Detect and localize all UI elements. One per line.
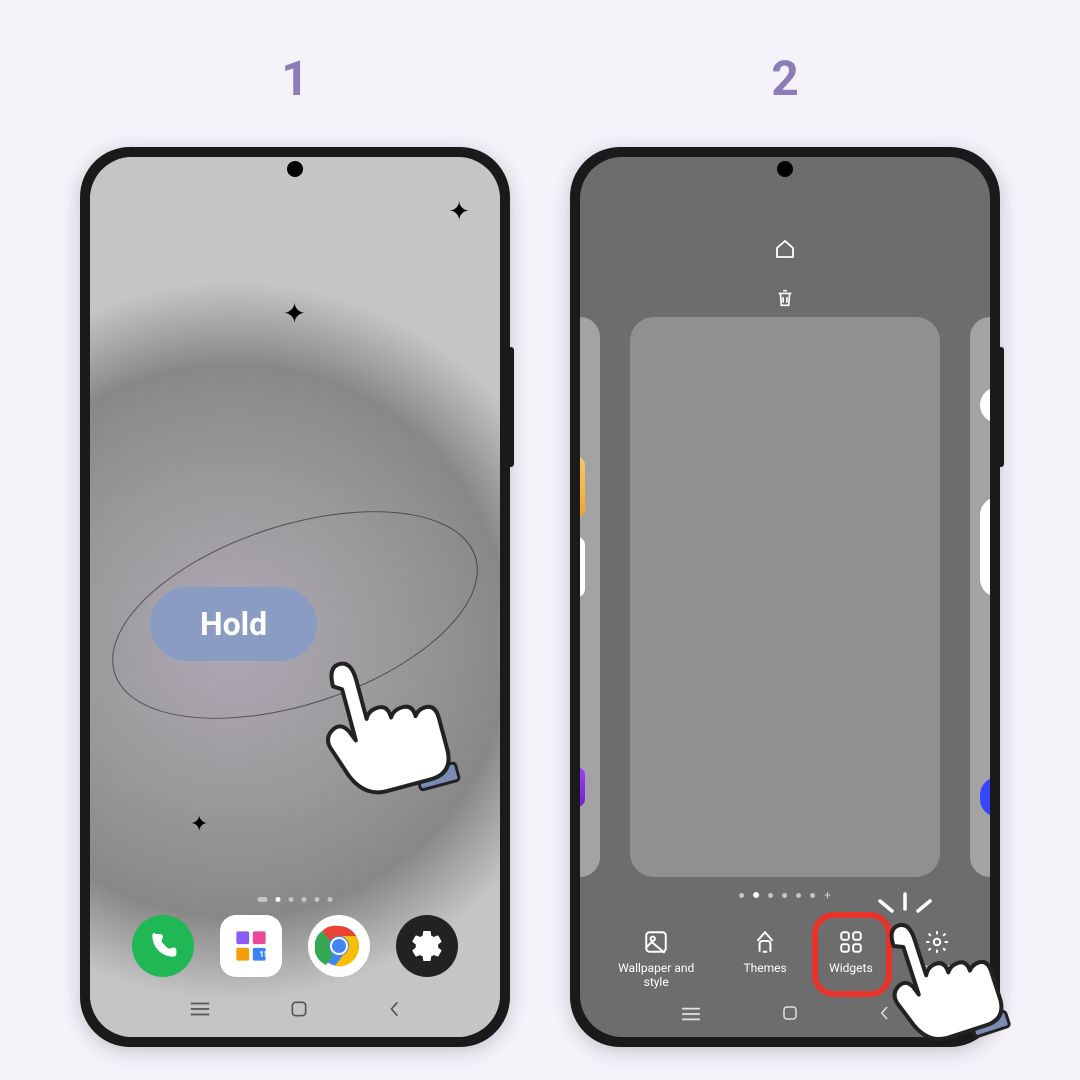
camera-cutout: [777, 161, 793, 177]
hand-pointer-icon: [285, 627, 465, 831]
camera-cutout: [287, 161, 303, 177]
page-preview-current[interactable]: [630, 317, 940, 877]
hand-pointer-icon: [855, 893, 1015, 1077]
sparkle-icon: ✦: [190, 812, 208, 837]
settings-app-icon[interactable]: [396, 915, 458, 977]
sparkle-icon: ✦: [283, 297, 306, 330]
home-button[interactable]: [781, 1003, 799, 1027]
page-indicator-edit: +: [739, 888, 831, 902]
trash-icon[interactable]: [774, 287, 796, 313]
step-number-2: 2: [771, 50, 799, 107]
peek-widget: [580, 537, 585, 597]
peek-widget: [980, 497, 990, 597]
peek-widget: [580, 457, 585, 517]
sparkle-icon: ✦: [448, 197, 470, 227]
phone-app-icon[interactable]: [132, 915, 194, 977]
wallpaper-button[interactable]: Wallpaper and style: [611, 929, 701, 989]
phone-frame-2: + Wallpaper and style Themes Widgets: [570, 147, 1000, 1047]
themes-button[interactable]: Themes: [744, 929, 787, 989]
gallery-app-icon[interactable]: 15: [220, 915, 282, 977]
svg-text:15: 15: [259, 950, 269, 960]
step-two: 2: [570, 50, 1000, 1047]
recents-button[interactable]: [189, 999, 211, 1025]
phone-frame-1: ✦ ✦ ✦ 2:17: [80, 147, 510, 1047]
wallpaper-label: Wallpaper and style: [611, 961, 701, 989]
chrome-app-icon[interactable]: [308, 915, 370, 977]
step-number-1: 1: [281, 50, 309, 107]
themes-label: Themes: [744, 961, 787, 975]
peek-widget: [580, 767, 585, 807]
step-one: 1 ✦ ✦ ✦ 2:17: [80, 50, 510, 1047]
back-button[interactable]: [387, 999, 401, 1025]
dock: 15: [90, 915, 500, 977]
home-screen[interactable]: ✦ ✦ ✦ 2:17: [90, 157, 500, 1037]
navigation-bar: [90, 999, 500, 1025]
home-button[interactable]: [289, 999, 309, 1025]
home-outline-icon[interactable]: [773, 237, 797, 261]
page-indicator: [258, 897, 333, 902]
recents-button[interactable]: [680, 1003, 702, 1027]
